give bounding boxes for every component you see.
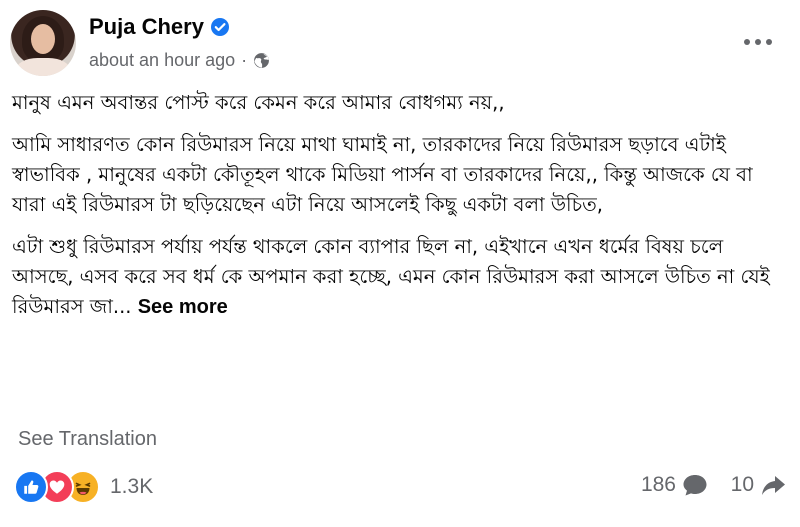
post-meta: about an hour ago · — [89, 50, 270, 71]
comments-count: 186 — [640, 473, 676, 496]
avatar-body — [16, 58, 70, 76]
shares-count-button[interactable]: 10 — [731, 473, 786, 497]
verified-badge-icon — [210, 18, 229, 36]
see-more-link[interactable]: See more — [138, 296, 228, 318]
see-translation-link[interactable]: See Translation — [18, 428, 157, 451]
avatar-face — [31, 24, 55, 54]
post-paragraph: আমি সাধারণত কোন রিউমারস নিয়ে মাথা ঘামাই… — [12, 133, 753, 216]
like-icon — [14, 470, 48, 504]
author-name[interactable]: Puja Chery — [89, 14, 204, 40]
reactions-summary[interactable]: 1.3K — [14, 470, 153, 504]
more-options-icon — [744, 39, 772, 45]
reactions-count[interactable]: 1.3K — [110, 475, 153, 499]
meta-separator: · — [241, 50, 248, 70]
more-options-button[interactable] — [740, 30, 776, 54]
globe-icon[interactable] — [253, 52, 270, 69]
avatar[interactable] — [10, 10, 76, 76]
share-icon — [762, 476, 785, 495]
post-body: মানুষ এমন অবান্তর পোস্ট করে কেমন করে আমা… — [12, 88, 772, 334]
comment-icon — [683, 475, 707, 496]
post-paragraph: মানুষ এমন অবান্তর পোস্ট করে কেমন করে আমা… — [12, 91, 505, 114]
comments-count-button[interactable]: 186 — [641, 473, 708, 497]
author-row: Puja Chery — [89, 14, 230, 40]
truncated-text: এটা শুধু রিউমারস পর্যায় পর্যন্ত থাকলে ক… — [12, 235, 770, 318]
post-paragraph-truncated: এটা শুধু রিউমারস পর্যায় পর্যন্ত থাকলে ক… — [12, 232, 772, 322]
shares-count: 10 — [730, 473, 754, 496]
post-timestamp[interactable]: about an hour ago — [89, 50, 235, 71]
